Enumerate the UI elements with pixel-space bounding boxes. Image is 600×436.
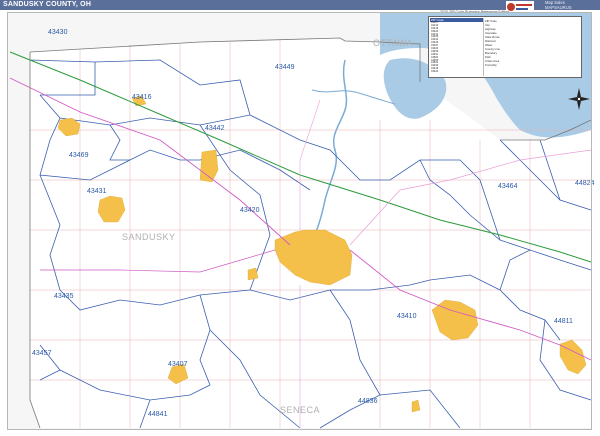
map-border	[7, 12, 592, 430]
